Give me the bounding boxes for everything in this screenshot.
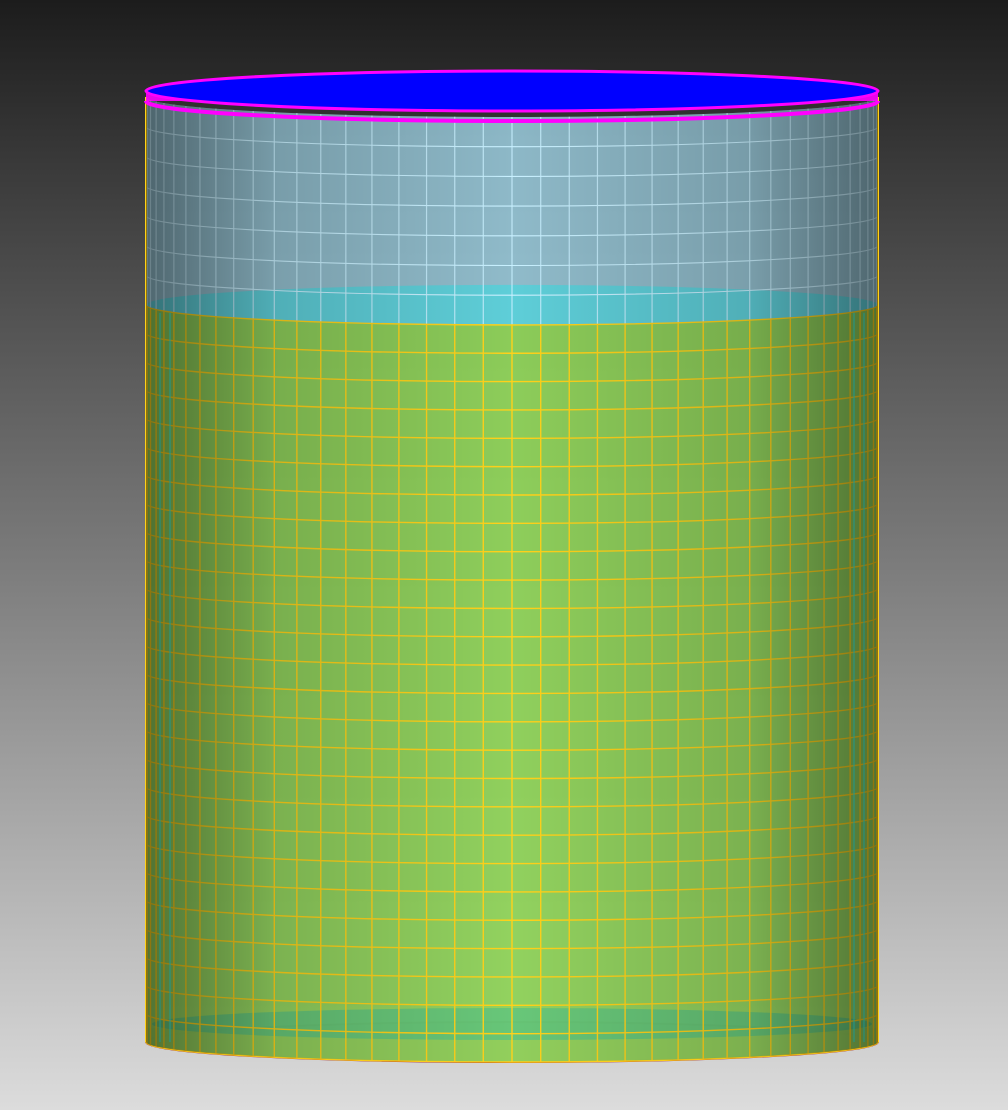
shell-shade-overlay xyxy=(146,97,878,1062)
top-cap xyxy=(144,69,880,123)
top-cap-face xyxy=(144,69,880,113)
cylinder-tank-mesh xyxy=(144,69,880,1063)
shell-shading xyxy=(146,97,878,1062)
3d-viewport[interactable] xyxy=(0,0,1008,1110)
